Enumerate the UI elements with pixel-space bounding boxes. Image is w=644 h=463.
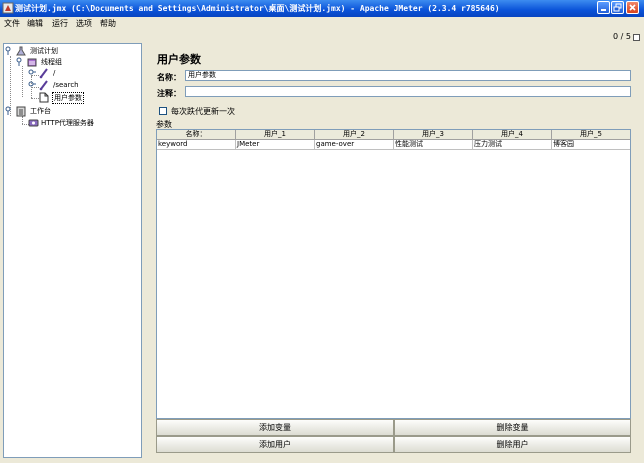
table-row[interactable]: keyword JMeter game-over 性能测试 压力测试 博客园 — [157, 140, 630, 150]
page-icon — [39, 92, 49, 103]
thread-group-icon — [27, 58, 37, 67]
per-iteration-label: 每次跌代更新一次 — [171, 107, 235, 116]
jmeter-app-icon — [2, 2, 14, 14]
status-row: 0 / 5 — [0, 30, 644, 43]
proxy-server-icon — [28, 119, 39, 127]
expanded-toggle-icon[interactable] — [5, 106, 14, 115]
menu-run[interactable]: 运行 — [52, 18, 68, 29]
delete-variable-button[interactable]: 删除变量 — [394, 419, 631, 436]
tree-node-label: 工作台 — [30, 107, 51, 115]
minimize-button[interactable] — [597, 1, 610, 14]
title-bar: 测试计划.jmx (C:\Documents and Settings\Admi… — [0, 0, 644, 17]
delete-user-button[interactable]: 删除用户 — [394, 436, 631, 453]
menu-file[interactable]: 文件 — [4, 18, 20, 29]
menu-options[interactable]: 选项 — [76, 18, 92, 29]
minimize-icon — [601, 9, 606, 11]
close-icon — [629, 4, 636, 11]
tree-node-label: 用户参数 — [52, 92, 84, 104]
expanded-toggle-icon[interactable] — [5, 46, 14, 55]
thread-counter: 0 / 5 — [613, 32, 631, 41]
window-title: 测试计划.jmx (C:\Documents and Settings\Admi… — [15, 4, 500, 13]
collapsed-toggle-icon[interactable] — [28, 69, 37, 78]
restore-icon — [613, 3, 622, 12]
menu-bar: 文件 编辑 运行 选项 帮助 — [0, 17, 644, 30]
tree-node-label: / — [53, 69, 56, 77]
table-cell[interactable]: JMeter — [236, 140, 315, 150]
expanded-toggle-icon[interactable] — [16, 57, 25, 66]
menu-edit[interactable]: 编辑 — [27, 18, 43, 29]
run-status-indicator — [633, 34, 640, 41]
user-params-panel: 用户参数 名称： 用户参数 注释： 每次跌代更新一次 参数 名称： 用户_1 用… — [150, 43, 638, 458]
tree-node-label: 线程组 — [41, 58, 62, 66]
tree-node-label: HTTP代理服务器 — [41, 119, 94, 127]
tree-node-label: 测试计划 — [30, 47, 58, 55]
name-field[interactable]: 用户参数 — [185, 70, 631, 81]
column-header[interactable]: 用户_2 — [315, 130, 394, 140]
test-tree: 测试计划 线程组 / /search 用户参数 工作台 HTTP代理服务器 — [3, 43, 142, 458]
column-header[interactable]: 名称： — [157, 130, 236, 140]
workbench-clipboard-icon — [16, 106, 26, 117]
add-variable-button[interactable]: 添加变量 — [156, 419, 394, 436]
close-button[interactable] — [626, 1, 639, 14]
column-header[interactable]: 用户_4 — [473, 130, 552, 140]
menu-help[interactable]: 帮助 — [100, 18, 116, 29]
table-cell[interactable]: 博客园 — [552, 140, 630, 150]
comment-label: 注释： — [157, 89, 181, 98]
sampler-pipette-icon — [39, 68, 48, 79]
column-header[interactable]: 用户_3 — [394, 130, 473, 140]
add-user-button[interactable]: 添加用户 — [156, 436, 394, 453]
table-header-row: 名称： 用户_1 用户_2 用户_3 用户_4 用户_5 — [157, 130, 630, 140]
maximize-button[interactable] — [611, 1, 624, 14]
column-header[interactable]: 用户_5 — [552, 130, 630, 140]
panel-title: 用户参数 — [157, 53, 201, 66]
tree-node-label: /search — [53, 81, 79, 89]
name-label: 名称： — [157, 73, 181, 82]
table-cell[interactable]: 性能测试 — [394, 140, 473, 150]
table-cell[interactable]: keyword — [157, 140, 236, 150]
comment-field[interactable] — [185, 86, 631, 97]
test-plan-flask-icon — [16, 46, 26, 56]
params-table: 名称： 用户_1 用户_2 用户_3 用户_4 用户_5 keyword JMe… — [156, 129, 631, 419]
sampler-pipette-icon — [39, 80, 48, 91]
table-cell[interactable]: 压力测试 — [473, 140, 552, 150]
split-pane-divider[interactable] — [143, 43, 150, 458]
per-iteration-checkbox[interactable] — [159, 107, 167, 115]
column-header[interactable]: 用户_1 — [236, 130, 315, 140]
table-cell[interactable]: game-over — [315, 140, 394, 150]
collapsed-toggle-icon[interactable] — [28, 81, 37, 90]
